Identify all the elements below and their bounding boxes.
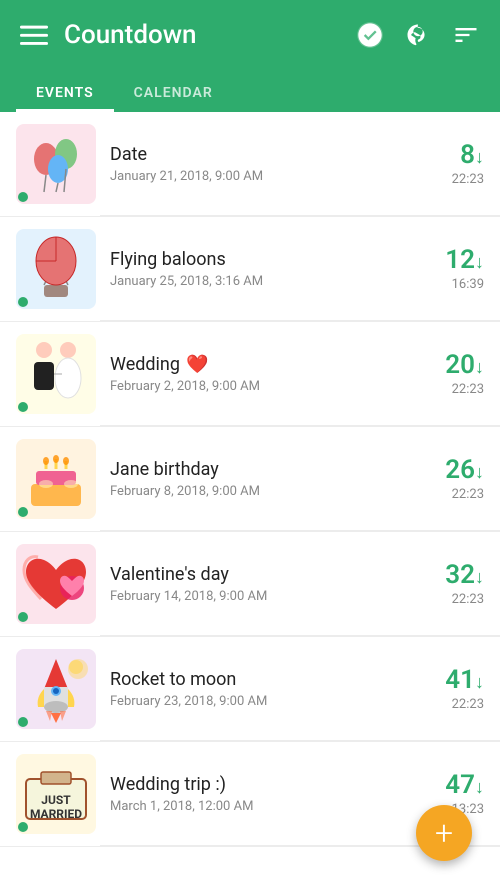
countdown-time: 22:23 [414,487,484,502]
event-content: Valentine's day February 14, 2018, 9:00 … [110,564,414,604]
event-date: January 25, 2018, 3:16 AM [110,274,414,289]
list-item[interactable]: Wedding ❤️ February 2, 2018, 9:00 AM 20↓… [0,322,500,427]
tab-events[interactable]: EVENTS [16,77,114,112]
countdown-time: 22:23 [414,592,484,607]
list-item[interactable]: Flying baloons January 25, 2018, 3:16 AM… [0,217,500,322]
countdown-days: 32↓ [414,561,484,590]
list-item[interactable]: Jane birthday February 8, 2018, 9:00 AM … [0,427,500,532]
countdown-days: 12↓ [414,246,484,275]
event-icon: JUST MARRIED [16,754,96,834]
countdown-days: 47↓ [414,771,484,800]
header-top-row: Countdown [16,0,484,70]
event-content: Jane birthday February 8, 2018, 9:00 AM [110,459,414,499]
event-countdown: 12↓ 16:39 [414,246,484,292]
check-icon[interactable] [352,17,388,53]
event-name: Wedding ❤️ [110,354,414,375]
tab-bar: EVENTS CALENDAR [16,70,484,112]
list-item[interactable]: Rocket to moon February 23, 2018, 9:00 A… [0,637,500,742]
event-content: Rocket to moon February 23, 2018, 9:00 A… [110,669,414,709]
event-icon [16,439,96,519]
event-date: February 8, 2018, 9:00 AM [110,484,414,499]
app-title: Countdown [64,20,340,50]
event-icon [16,229,96,309]
event-name: Flying baloons [110,249,414,270]
svg-text:JUST: JUST [41,793,71,807]
event-icon [16,124,96,204]
list-item[interactable]: Date January 21, 2018, 9:00 AM 8↓ 22:23 [0,112,500,217]
event-name: Wedding trip :) [110,774,414,795]
countdown-days: 41↓ [414,666,484,695]
event-date: February 2, 2018, 9:00 AM [110,379,414,394]
event-icon [16,544,96,624]
countdown-time: 22:23 [414,697,484,712]
event-date: February 14, 2018, 9:00 AM [110,589,414,604]
event-date: March 1, 2018, 12:00 AM [110,799,414,814]
event-list: Date January 21, 2018, 9:00 AM 8↓ 22:23 … [0,112,500,889]
event-content: Flying baloons January 25, 2018, 3:16 AM [110,249,414,289]
list-item[interactable]: Valentine's day February 14, 2018, 9:00 … [0,532,500,637]
event-content: Wedding ❤️ February 2, 2018, 9:00 AM [110,354,414,394]
event-name: Rocket to moon [110,669,414,690]
event-countdown: 8↓ 22:23 [414,141,484,187]
event-countdown: 26↓ 22:23 [414,456,484,502]
event-name: Jane birthday [110,459,414,480]
event-date: February 23, 2018, 9:00 AM [110,694,414,709]
sort-icon[interactable] [448,17,484,53]
event-content: Wedding trip :) March 1, 2018, 12:00 AM [110,774,414,814]
countdown-time: 22:23 [414,382,484,397]
countdown-time: 16:39 [414,277,484,292]
palette-icon[interactable] [400,17,436,53]
event-date: January 21, 2018, 9:00 AM [110,169,414,184]
svg-text:MARRIED: MARRIED [30,807,82,821]
event-name: Date [110,144,414,165]
event-countdown: 41↓ 22:23 [414,666,484,712]
countdown-days: 8↓ [414,141,484,170]
countdown-days: 20↓ [414,351,484,380]
countdown-days: 26↓ [414,456,484,485]
app-header: Countdown EVENTS CALENDAR [0,0,500,112]
menu-icon[interactable] [16,17,52,53]
event-content: Date January 21, 2018, 9:00 AM [110,144,414,184]
countdown-time: 22:23 [414,172,484,187]
event-icon [16,334,96,414]
event-name: Valentine's day [110,564,414,585]
event-icon [16,649,96,729]
event-countdown: 32↓ 22:23 [414,561,484,607]
tab-calendar[interactable]: CALENDAR [114,77,233,112]
event-countdown: 20↓ 22:23 [414,351,484,397]
add-event-button[interactable]: + [416,805,472,861]
